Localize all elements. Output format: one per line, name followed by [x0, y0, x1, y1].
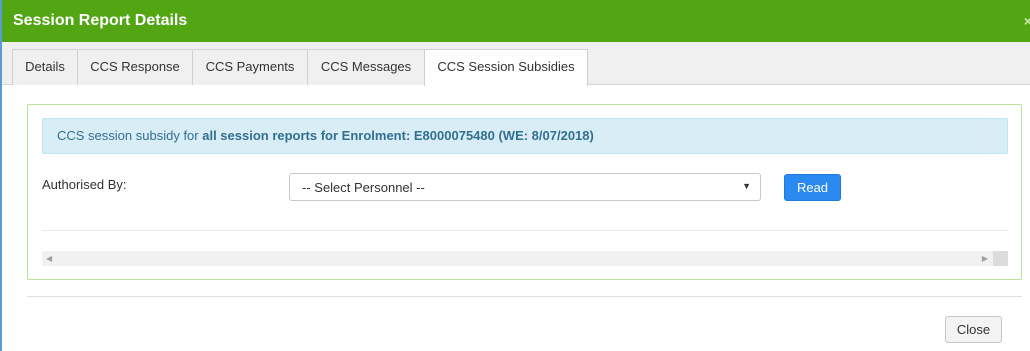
scrollbar-corner: [993, 251, 1008, 266]
horizontal-scrollbar[interactable]: ◀ ▶: [42, 251, 1008, 266]
subsidy-info-alert: CCS session subsidy for all session repo…: [42, 118, 1008, 154]
info-prefix: CCS session subsidy for: [57, 128, 203, 143]
panel-divider: [42, 230, 1008, 231]
subsidy-panel: CCS session subsidy for all session repo…: [27, 104, 1022, 280]
tab-ccs-response[interactable]: CCS Response: [77, 49, 193, 85]
tab-ccs-payments[interactable]: CCS Payments: [192, 49, 308, 85]
arrow-left-icon[interactable]: ◀: [46, 252, 52, 265]
read-button[interactable]: Read: [784, 174, 841, 201]
authorised-by-label: Authorised By:: [42, 177, 127, 192]
caret-down-icon: ▼: [742, 181, 751, 191]
session-report-dialog: Session Report Details × Details CCS Res…: [0, 0, 1030, 351]
dialog-title: Session Report Details: [13, 12, 188, 29]
tab-details[interactable]: Details: [12, 49, 78, 85]
tab-ccs-session-subsidies[interactable]: CCS Session Subsidies: [424, 49, 588, 86]
dialog-titlebar: Session Report Details ×: [2, 0, 1030, 42]
info-enrolment: all session reports for Enrolment: E8000…: [202, 128, 594, 143]
close-icon[interactable]: ×: [1024, 11, 1030, 31]
close-button[interactable]: Close: [945, 316, 1002, 343]
tab-ccs-messages[interactable]: CCS Messages: [307, 49, 425, 85]
personnel-select-value: -- Select Personnel --: [302, 180, 425, 195]
personnel-select[interactable]: -- Select Personnel -- ▼: [289, 173, 761, 201]
arrow-right-icon[interactable]: ▶: [982, 252, 988, 265]
tab-strip: Details CCS Response CCS Payments CCS Me…: [2, 42, 1030, 86]
footer-divider: [27, 296, 1022, 297]
